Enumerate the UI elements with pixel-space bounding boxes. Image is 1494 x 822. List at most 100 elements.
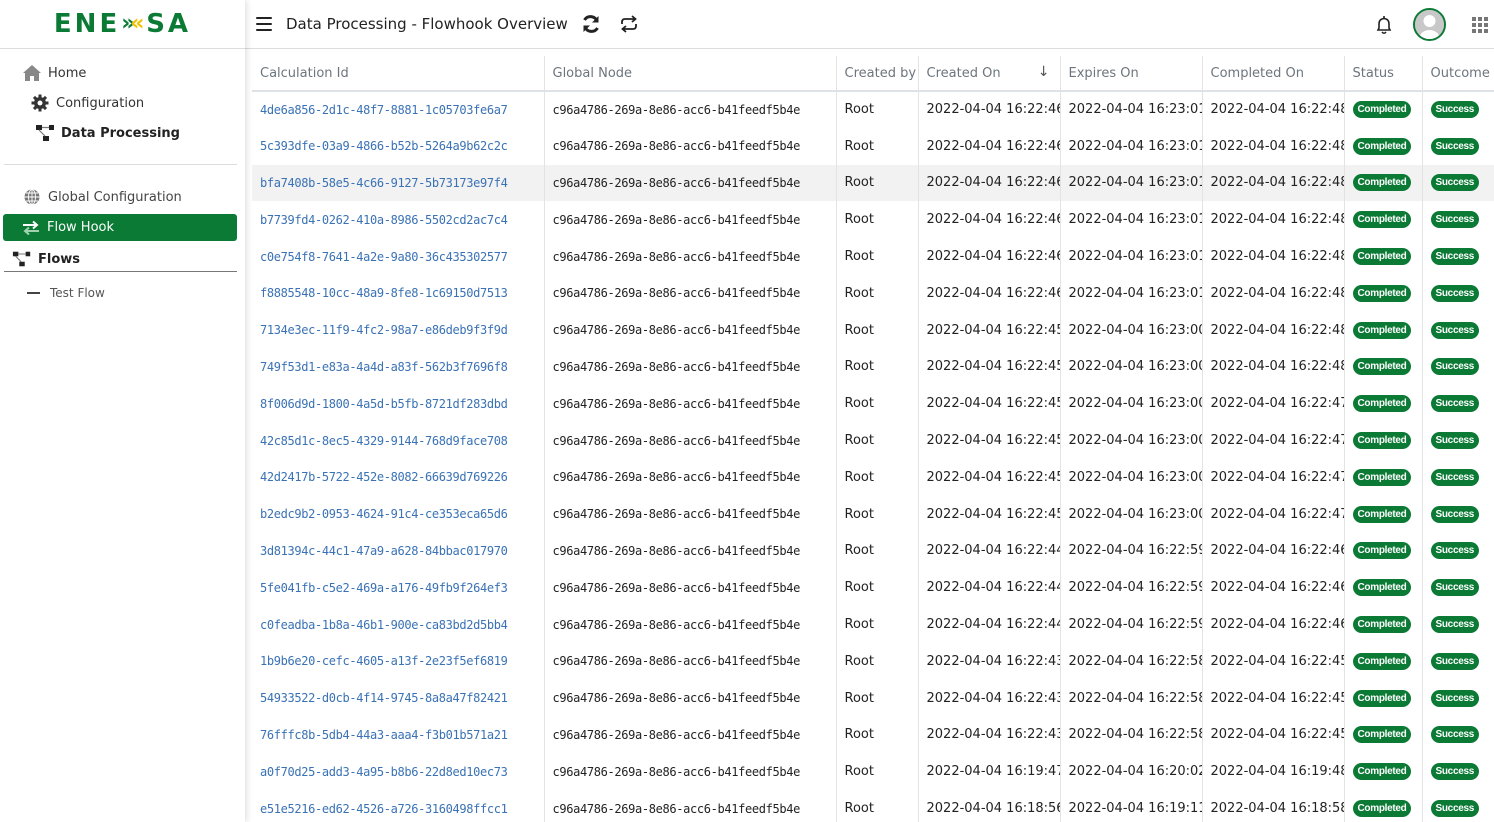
apps-grid-icon[interactable] — [1472, 16, 1488, 33]
outcome-cell: Success — [1422, 91, 1494, 128]
outcome-badge: Success — [1430, 432, 1479, 450]
table-row[interactable]: 4de6a856-2d1c-48f7-8881-1c05703fe6a7 c96a… — [252, 91, 1494, 128]
calculation-id-link[interactable]: 42d2417b-5722-452e-8082-66639d769226 — [260, 470, 508, 484]
status-cell: Completed — [1344, 127, 1423, 165]
column-header-calculation-id[interactable]: Calculation Id — [252, 56, 545, 92]
logo[interactable]: ENE » « SA — [0, 0, 245, 49]
table-row[interactable]: 5c393dfe-03a9-4866-b52b-5264a9b62c2c c96a… — [252, 127, 1494, 165]
calculation-id-link[interactable]: bfa7408b-58e5-4c66-9127-5b73173e97f4 — [260, 176, 508, 190]
column-header-created-by[interactable]: Created by — [836, 56, 919, 92]
created-by-cell: Root — [836, 495, 919, 533]
sort-descending-icon[interactable]: ↓ — [1038, 64, 1050, 80]
table-row[interactable]: 8f006d9d-1800-4a5d-b5fb-8721df283dbd c96a… — [252, 385, 1494, 423]
column-header-global-node[interactable]: Global Node — [544, 56, 837, 92]
calculation-id-link[interactable]: c0feadba-1b8a-46b1-900e-ca83bd2d5bb4 — [260, 618, 508, 632]
created-by-cell: Root — [836, 201, 919, 239]
created-on-cell: 2022-04-04 16:22:45 — [918, 348, 1061, 386]
global-node-cell: c96a4786-269a-8e86-acc6-b41feedf5b4e — [544, 238, 837, 275]
table-row[interactable]: c0e754f8-7641-4a2e-9a80-36c435302577 c96a… — [252, 238, 1494, 275]
calculation-id-link[interactable]: b2edc9b2-0953-4624-91c4-ce353eca65d6 — [260, 507, 508, 521]
calculation-id-link[interactable]: 4de6a856-2d1c-48f7-8881-1c05703fe6a7 — [260, 103, 508, 117]
table-row[interactable]: 749f53d1-e83a-4a4d-a83f-562b3f7696f8 c96a… — [252, 348, 1494, 386]
calculation-id-link[interactable]: 3d81394c-44c1-47a9-a628-84bbac017970 — [260, 544, 508, 558]
created-on-cell: 2022-04-04 16:19:47 — [918, 753, 1061, 791]
calculation-id-link[interactable]: 749f53d1-e83a-4a4d-a83f-562b3f7696f8 — [260, 360, 508, 374]
table-row[interactable]: 1b9b6e20-cefc-4605-a13f-2e23f5ef6819 c96a… — [252, 642, 1494, 680]
calculation-id-link[interactable]: 5fe041fb-c5e2-469a-a176-49fb9f264ef3 — [260, 581, 508, 595]
table-row[interactable]: 54933522-d0cb-4f14-9745-8a8a47f82421 c96a… — [252, 679, 1494, 717]
column-header-expires-on[interactable]: Expires On — [1060, 56, 1203, 92]
table-row[interactable]: f8885548-10cc-48a9-8fe8-1c69150d7513 c96a… — [252, 274, 1494, 312]
calculation-id-link[interactable]: a0f70d25-add3-4a95-b8b6-22d8ed10ec73 — [260, 765, 508, 779]
table-row[interactable]: 7134e3ec-11f9-4fc2-98a7-e86deb9f3f9d c96a… — [252, 311, 1494, 349]
expires-on-cell: 2022-04-04 16:23:00 — [1060, 385, 1203, 423]
logo-text: ENE » « SA — [53, 9, 192, 39]
status-cell: Completed — [1344, 458, 1423, 496]
calculation-id-link[interactable]: b7739fd4-0262-410a-8986-5502cd2ac7c4 — [260, 213, 508, 227]
completed-on-cell: 2022-04-04 16:22:48 — [1202, 164, 1345, 202]
sidebar-item-global-configuration[interactable]: Global Configuration — [22, 182, 182, 212]
table-row[interactable]: 76fffc8b-5db4-44a3-aaa4-f3b01b571a21 c96a… — [252, 716, 1494, 754]
table-row[interactable]: b2edc9b2-0953-4624-91c4-ce353eca65d6 c96a… — [252, 495, 1494, 533]
table-row[interactable]: a0f70d25-add3-4a95-b8b6-22d8ed10ec73 c96a… — [252, 753, 1494, 791]
completed-on-cell: 2022-04-04 16:22:46 — [1202, 569, 1345, 607]
table-row[interactable]: 3d81394c-44c1-47a9-a628-84bbac017970 c96a… — [252, 532, 1494, 570]
status-badge: Completed — [1352, 211, 1412, 229]
sidebar-item-flows[interactable]: Flows — [12, 244, 80, 274]
calculation-id-link[interactable]: 76fffc8b-5db4-44a3-aaa4-f3b01b571a21 — [260, 728, 508, 742]
status-cell: Completed — [1344, 679, 1423, 717]
repeat-icon[interactable] — [618, 13, 640, 35]
created-on-cell: 2022-04-04 16:22:43 — [918, 716, 1061, 754]
column-header-outcome[interactable]: Outcome — [1422, 56, 1494, 92]
refresh-icon[interactable] — [580, 13, 602, 35]
calculation-id-link[interactable]: 7134e3ec-11f9-4fc2-98a7-e86deb9f3f9d — [260, 323, 508, 337]
calculation-id-link[interactable]: 54933522-d0cb-4f14-9745-8a8a47f82421 — [260, 691, 508, 705]
completed-on-cell: 2022-04-04 16:22:48 — [1202, 348, 1345, 386]
global-node-cell: c96a4786-269a-8e86-acc6-b41feedf5b4e — [544, 679, 837, 717]
column-header-created-on[interactable]: Created On ↓ — [918, 56, 1061, 92]
sidebar-item-configuration[interactable]: Configuration — [30, 88, 144, 118]
outcome-badge: Success — [1430, 211, 1479, 229]
calculation-id-link[interactable]: 1b9b6e20-cefc-4605-a13f-2e23f5ef6819 — [260, 654, 508, 668]
completed-on-cell: 2022-04-04 16:22:48 — [1202, 91, 1345, 128]
sidebar-item-label: Home — [48, 65, 87, 81]
created-by-cell: Root — [836, 753, 919, 791]
sidebar-item-flow-hook[interactable]: Flow Hook — [3, 214, 237, 241]
table-row[interactable]: e51e5216-ed62-4526-a726-3160498ffcc1 c96a… — [252, 790, 1494, 822]
calculation-id-link[interactable]: e51e5216-ed62-4526-a726-3160498ffcc1 — [260, 802, 508, 816]
outcome-cell: Success — [1422, 532, 1494, 570]
column-header-status[interactable]: Status — [1344, 56, 1423, 92]
table-row[interactable]: c0feadba-1b8a-46b1-900e-ca83bd2d5bb4 c96a… — [252, 606, 1494, 643]
column-header-completed-on[interactable]: Completed On — [1202, 56, 1345, 92]
status-cell: Completed — [1344, 495, 1423, 533]
outcome-cell: Success — [1422, 495, 1494, 533]
table-row[interactable]: b7739fd4-0262-410a-8986-5502cd2ac7c4 c96a… — [252, 201, 1494, 239]
calculation-id-link[interactable]: 42c85d1c-8ec5-4329-9144-768d9face708 — [260, 434, 508, 448]
global-node-cell: c96a4786-269a-8e86-acc6-b41feedf5b4e — [544, 790, 837, 822]
sidebar-item-label: Flow Hook — [47, 220, 115, 235]
status-cell: Completed — [1344, 422, 1423, 459]
global-node-cell: c96a4786-269a-8e86-acc6-b41feedf5b4e — [544, 127, 837, 165]
table-row[interactable]: 5fe041fb-c5e2-469a-a176-49fb9f264ef3 c96a… — [252, 569, 1494, 607]
table-row[interactable]: bfa7408b-58e5-4c66-9127-5b73173e97f4 c96a… — [252, 164, 1494, 202]
calculation-id-link[interactable]: 5c393dfe-03a9-4866-b52b-5264a9b62c2c — [260, 139, 508, 153]
status-cell: Completed — [1344, 790, 1423, 822]
menu-icon[interactable] — [256, 17, 272, 31]
expires-on-cell: 2022-04-04 16:23:01 — [1060, 127, 1203, 165]
bell-icon[interactable] — [1373, 14, 1395, 36]
sidebar-item-home[interactable]: Home — [22, 58, 86, 88]
table-row[interactable]: 42c85d1c-8ec5-4329-9144-768d9face708 c96a… — [252, 422, 1494, 459]
completed-on-cell: 2022-04-04 16:22:48 — [1202, 201, 1345, 239]
calculation-id-link[interactable]: f8885548-10cc-48a9-8fe8-1c69150d7513 — [260, 286, 508, 300]
outcome-badge: Success — [1430, 689, 1479, 707]
avatar[interactable] — [1413, 8, 1446, 41]
expires-on-cell: 2022-04-04 16:22:58 — [1060, 716, 1203, 754]
created-on-cell: 2022-04-04 16:22:46 — [918, 274, 1061, 312]
sidebar-item-test-flow[interactable]: Test Flow — [24, 278, 105, 308]
expires-on-cell: 2022-04-04 16:22:59 — [1060, 569, 1203, 607]
sidebar-item-data-processing[interactable]: Data Processing — [35, 118, 180, 148]
outcome-badge: Success — [1430, 284, 1479, 302]
calculation-id-link[interactable]: c0e754f8-7641-4a2e-9a80-36c435302577 — [260, 250, 508, 264]
table-row[interactable]: 42d2417b-5722-452e-8082-66639d769226 c96a… — [252, 458, 1494, 496]
calculation-id-link[interactable]: 8f006d9d-1800-4a5d-b5fb-8721df283dbd — [260, 397, 508, 411]
